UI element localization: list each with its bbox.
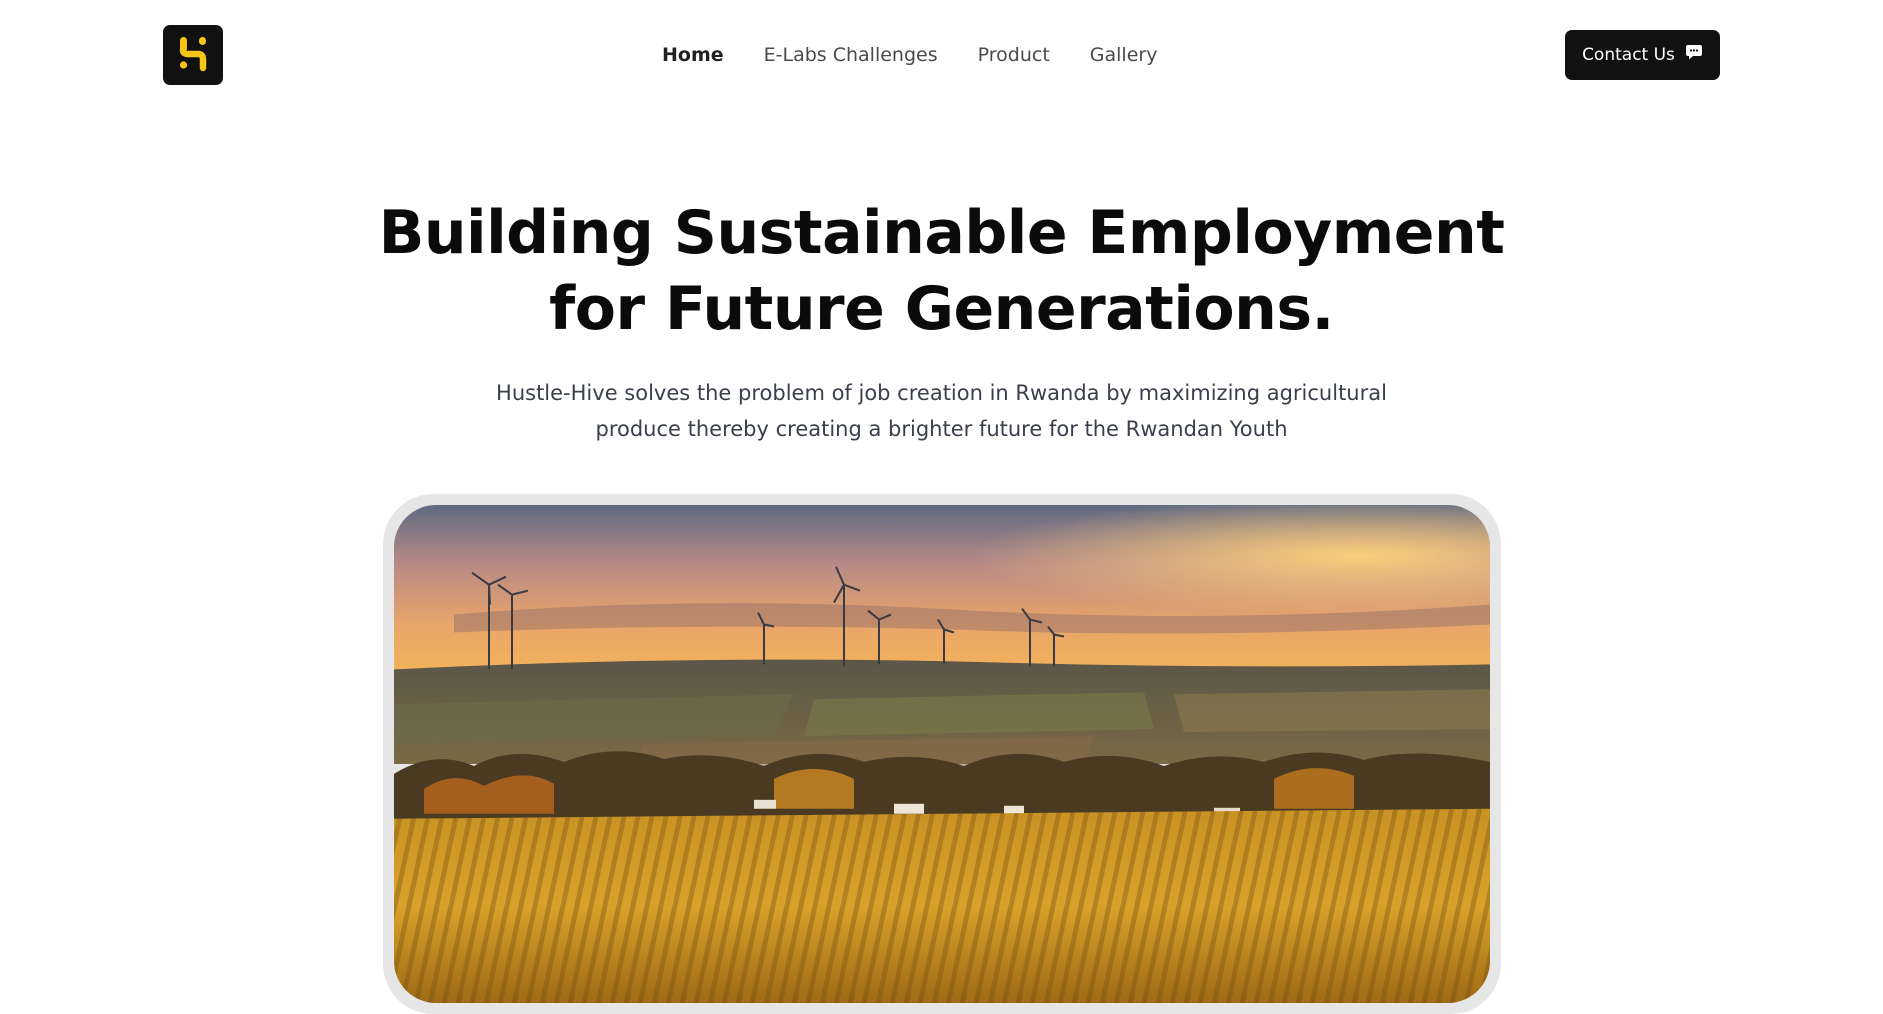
nav-e-labs-challenges[interactable]: E-Labs Challenges (764, 44, 938, 66)
nav-home[interactable]: Home (662, 44, 724, 66)
contact-us-button[interactable]: Contact Us (1565, 30, 1720, 80)
nav-product[interactable]: Product (978, 44, 1050, 66)
chat-bubble-icon (1685, 44, 1703, 66)
contact-us-label: Contact Us (1582, 45, 1675, 65)
hero-landscape-image (394, 505, 1490, 1003)
hustle-hive-logo-icon (178, 34, 208, 76)
hero-title: Building Sustainable Employment for Futu… (0, 195, 1883, 347)
main-nav: Home E-Labs Challenges Product Gallery (662, 40, 1197, 70)
hero-subtitle-line-2: produce thereby creating a brighter futu… (595, 417, 1288, 441)
hero-subtitle-line-1: Hustle-Hive solves the problem of job cr… (496, 381, 1387, 405)
hero-title-line-1: Building Sustainable Employment (378, 198, 1505, 268)
logo[interactable] (163, 25, 223, 85)
hero-subtitle: Hustle-Hive solves the problem of job cr… (0, 375, 1883, 447)
hero-image-frame (383, 494, 1501, 1014)
nav-gallery[interactable]: Gallery (1090, 44, 1158, 66)
hero-title-line-2: for Future Generations. (549, 274, 1334, 344)
